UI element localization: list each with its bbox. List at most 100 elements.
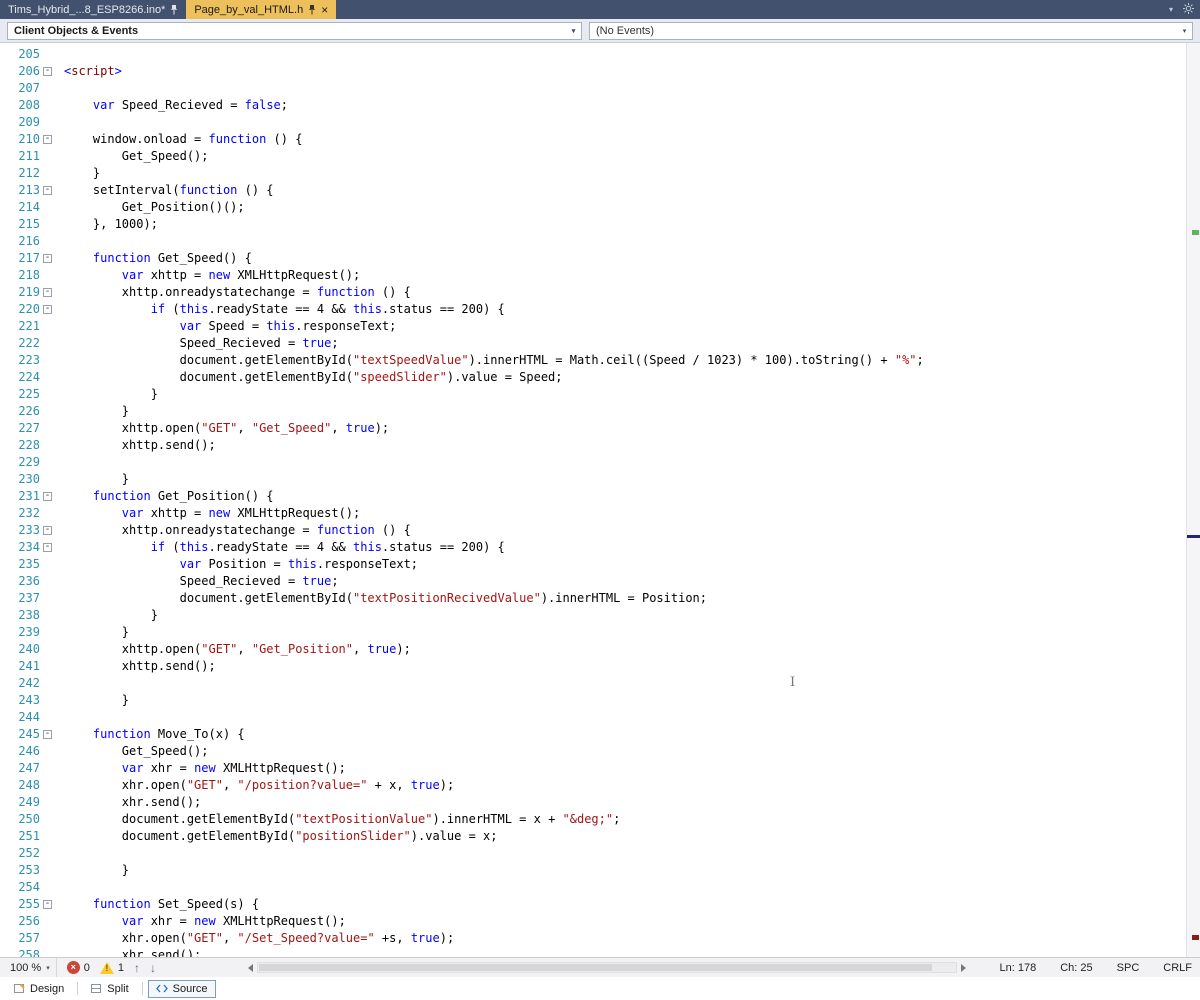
fold-collapse-control[interactable]: - <box>40 539 56 556</box>
fold-collapse-control[interactable]: - <box>40 896 56 913</box>
fold-minus-icon[interactable]: - <box>43 729 52 739</box>
code-line[interactable]: 253 } <box>0 862 1200 879</box>
types-dropdown[interactable]: Client Objects & Events ▾ <box>7 21 582 40</box>
fold-collapse-control[interactable]: - <box>40 726 56 743</box>
navigate-up-icon[interactable]: ↑ <box>134 962 140 974</box>
code-line[interactable]: 244 <box>0 709 1200 726</box>
scroll-left-arrow-icon[interactable] <box>247 963 253 972</box>
code-line[interactable]: 238 } <box>0 607 1200 624</box>
tab-ino-file[interactable]: Tims_Hybrid_...8_ESP8266.ino* <box>0 0 186 19</box>
code-line[interactable]: 240 xhttp.open("GET", "Get_Position", tr… <box>0 641 1200 658</box>
code-line[interactable]: 231- function Get_Position() { <box>0 488 1200 505</box>
zoom-selector[interactable]: 100 % ▾ <box>4 958 57 977</box>
code-line[interactable]: 236 Speed_Recieved = true; <box>0 573 1200 590</box>
code-line[interactable]: 216 <box>0 233 1200 250</box>
code-line[interactable]: 237 document.getElementById("textPositio… <box>0 590 1200 607</box>
code-line[interactable]: 255- function Set_Speed(s) { <box>0 896 1200 913</box>
horizontal-scrollbar-thumb[interactable] <box>258 964 933 971</box>
events-dropdown[interactable]: (No Events) ▾ <box>589 21 1193 40</box>
split-view-button[interactable]: Split <box>83 980 136 998</box>
code-line[interactable]: 207 <box>0 80 1200 97</box>
fold-collapse-control[interactable]: - <box>40 182 56 199</box>
code-line[interactable]: 229 <box>0 454 1200 471</box>
fold-collapse-control[interactable]: - <box>40 301 56 318</box>
fold-minus-icon[interactable]: - <box>43 542 52 552</box>
fold-minus-icon[interactable]: - <box>43 185 52 195</box>
code-line[interactable]: 218 var xhttp = new XMLHttpRequest(); <box>0 267 1200 284</box>
design-view-button[interactable]: Design <box>6 980 72 998</box>
tab-html-header-file[interactable]: Page_by_val_HTML.h × <box>186 0 337 19</box>
warning-counter[interactable]: 1 <box>99 961 124 974</box>
code-line[interactable]: 208 var Speed_Recieved = false; <box>0 97 1200 114</box>
horizontal-scroll-area <box>247 962 966 973</box>
fold-minus-icon[interactable]: - <box>43 66 52 76</box>
fold-minus-icon[interactable]: - <box>43 899 52 909</box>
vertical-scrollbar[interactable] <box>1186 43 1200 957</box>
fold-collapse-control[interactable]: - <box>40 522 56 539</box>
pin-icon[interactable] <box>170 4 178 15</box>
code-line[interactable]: 215 }, 1000); <box>0 216 1200 233</box>
code-line[interactable]: 249 xhr.send(); <box>0 794 1200 811</box>
code-line[interactable]: 241 xhttp.send(); <box>0 658 1200 675</box>
code-line[interactable]: 257 xhr.open("GET", "/Set_Speed?value=" … <box>0 930 1200 947</box>
scroll-right-arrow-icon[interactable] <box>960 963 966 972</box>
code-line[interactable]: 219- xhttp.onreadystatechange = function… <box>0 284 1200 301</box>
code-line[interactable]: 247 var xhr = new XMLHttpRequest(); <box>0 760 1200 777</box>
code-line[interactable]: 230 } <box>0 471 1200 488</box>
code-line[interactable]: 239 } <box>0 624 1200 641</box>
chevron-down-icon[interactable]: ▾ <box>1169 5 1173 14</box>
code-line[interactable]: 250 document.getElementById("textPositio… <box>0 811 1200 828</box>
close-icon[interactable]: × <box>321 4 328 16</box>
code-line[interactable]: 235 var Position = this.responseText; <box>0 556 1200 573</box>
code-line[interactable]: 256 var xhr = new XMLHttpRequest(); <box>0 913 1200 930</box>
pin-icon[interactable] <box>308 4 316 15</box>
gear-icon[interactable] <box>1183 1 1194 19</box>
fold-minus-icon[interactable]: - <box>43 287 52 297</box>
code-line[interactable]: 225 } <box>0 386 1200 403</box>
code-line[interactable]: 258 xhr.send(); <box>0 947 1200 957</box>
code-line[interactable]: 224 document.getElementById("speedSlider… <box>0 369 1200 386</box>
horizontal-scrollbar[interactable] <box>256 962 957 973</box>
code-line[interactable]: 226 } <box>0 403 1200 420</box>
code-line[interactable]: 221 var Speed = this.responseText; <box>0 318 1200 335</box>
code-line[interactable]: 248 xhr.open("GET", "/position?value=" +… <box>0 777 1200 794</box>
fold-minus-icon[interactable]: - <box>43 253 52 263</box>
code-line[interactable]: 234- if (this.readyState == 4 && this.st… <box>0 539 1200 556</box>
code-editor[interactable]: 205 206- <script> 207 208 var Speed_Recieved… <box>0 43 1200 957</box>
code-line[interactable]: 212 } <box>0 165 1200 182</box>
source-view-button[interactable]: Source <box>147 979 216 998</box>
code-line[interactable]: 251 document.getElementById("positionSli… <box>0 828 1200 845</box>
error-counter[interactable]: × 0 <box>66 961 90 974</box>
code-line[interactable]: 206- <script> <box>0 63 1200 80</box>
code-line[interactable]: 227 xhttp.open("GET", "Get_Speed", true)… <box>0 420 1200 437</box>
fold-minus-icon[interactable]: - <box>43 525 52 535</box>
code-line[interactable]: 246 Get_Speed(); <box>0 743 1200 760</box>
code-line[interactable]: 242 <box>0 675 1200 692</box>
fold-minus-icon[interactable]: - <box>43 134 52 144</box>
code-line[interactable]: 213- setInterval(function () { <box>0 182 1200 199</box>
code-line[interactable]: 223 document.getElementById("textSpeedVa… <box>0 352 1200 369</box>
code-line[interactable]: 214 Get_Position()(); <box>0 199 1200 216</box>
code-line[interactable]: 222 Speed_Recieved = true; <box>0 335 1200 352</box>
code-line[interactable]: 254 <box>0 879 1200 896</box>
code-line[interactable]: 211 Get_Speed(); <box>0 148 1200 165</box>
code-line[interactable]: 205 <box>0 46 1200 63</box>
code-line[interactable]: 233- xhttp.onreadystatechange = function… <box>0 522 1200 539</box>
code-line[interactable]: 209 <box>0 114 1200 131</box>
code-line[interactable]: 217- function Get_Speed() { <box>0 250 1200 267</box>
code-line[interactable]: 220- if (this.readyState == 4 && this.st… <box>0 301 1200 318</box>
code-line[interactable]: 243 } <box>0 692 1200 709</box>
fold-collapse-control[interactable]: - <box>40 488 56 505</box>
fold-collapse-control[interactable]: - <box>40 131 56 148</box>
fold-minus-icon[interactable]: - <box>43 491 52 501</box>
fold-collapse-control[interactable]: - <box>40 250 56 267</box>
navigate-down-icon[interactable]: ↓ <box>150 962 156 974</box>
fold-collapse-control[interactable]: - <box>40 284 56 301</box>
fold-minus-icon[interactable]: - <box>43 304 52 314</box>
code-line[interactable]: 252 <box>0 845 1200 862</box>
code-line[interactable]: 245- function Move_To(x) { <box>0 726 1200 743</box>
code-line[interactable]: 232 var xhttp = new XMLHttpRequest(); <box>0 505 1200 522</box>
fold-collapse-control[interactable]: - <box>40 63 56 80</box>
code-line[interactable]: 210- window.onload = function () { <box>0 131 1200 148</box>
code-line[interactable]: 228 xhttp.send(); <box>0 437 1200 454</box>
